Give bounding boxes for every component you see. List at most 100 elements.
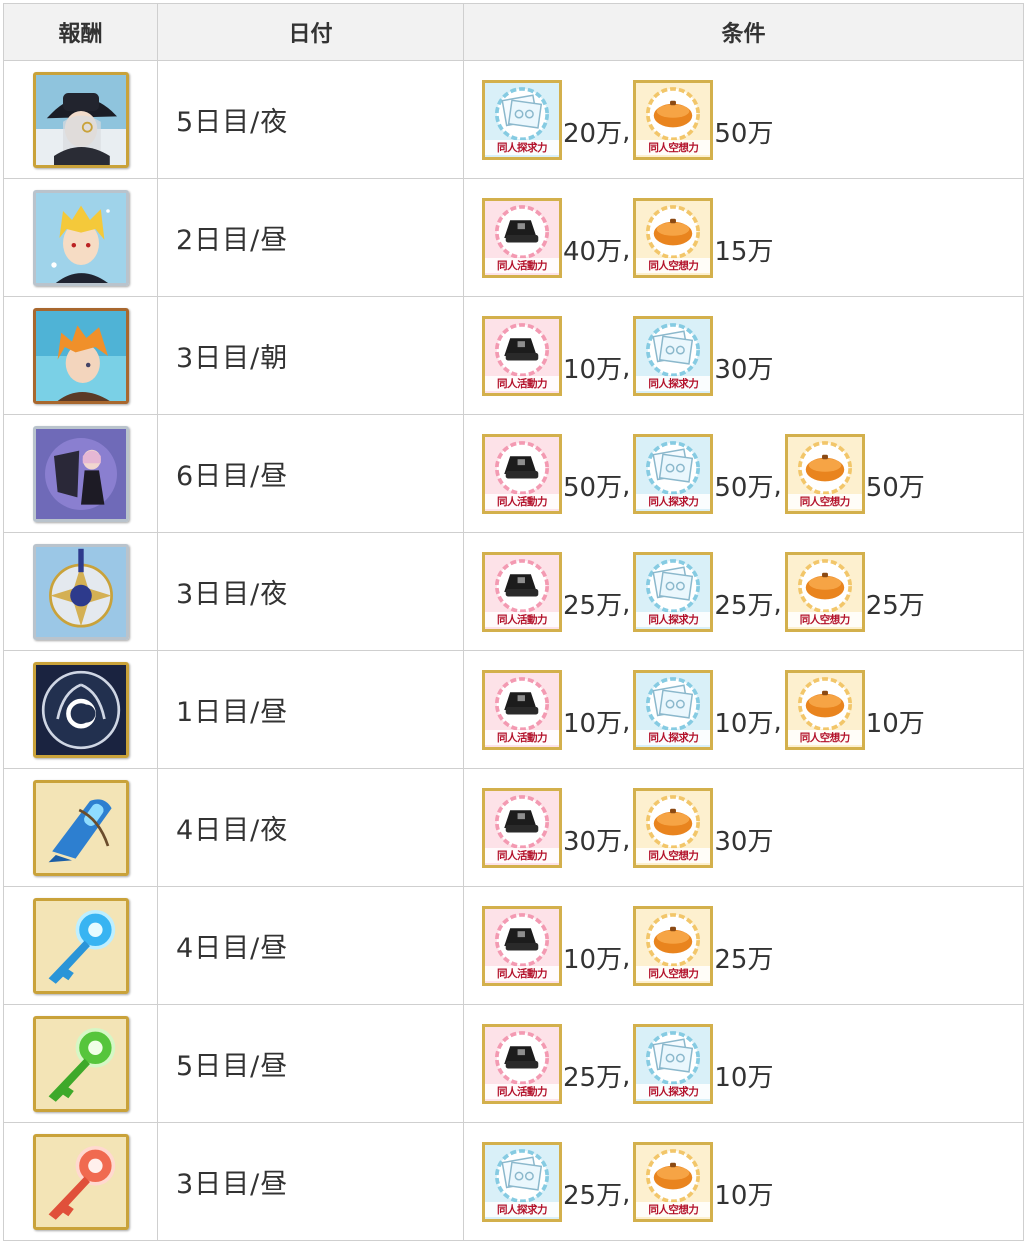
condition-amount: 50万 bbox=[865, 473, 925, 503]
craft-essence-shielder-icon[interactable] bbox=[32, 425, 129, 522]
imagine-material-icon[interactable]: 同人空想力 bbox=[784, 551, 865, 632]
table-row: 1日目/昼 同人活動力 10万, 同人探求力 10万, 同人空想力 10万 bbox=[3, 650, 1024, 769]
material-label: 同人空想力 bbox=[636, 965, 711, 981]
reward-cell bbox=[3, 296, 158, 415]
table-row: 3日目/朝 同人活動力 10万, 同人探求力 30万 bbox=[3, 296, 1024, 415]
activity-material-icon[interactable]: 同人活動力 bbox=[482, 315, 562, 396]
condition-amount: 25万 bbox=[563, 1063, 623, 1093]
material-label: 同人探求力 bbox=[636, 1083, 711, 1099]
imagine-material-icon[interactable]: 同人空想力 bbox=[633, 787, 714, 868]
condition-cell: 同人探求力 20万, 同人空想力 50万 bbox=[463, 60, 1024, 179]
explore-material-icon[interactable]: 同人探求力 bbox=[482, 79, 562, 160]
imagine-material-icon[interactable]: 同人空想力 bbox=[633, 1141, 714, 1222]
condition-amount: 50万 bbox=[563, 473, 623, 503]
condition-amount: 10万 bbox=[714, 1181, 774, 1211]
servant-portrait-blonde-icon[interactable] bbox=[32, 189, 129, 286]
reward-cell bbox=[3, 1122, 158, 1241]
material-label: 同人活動力 bbox=[485, 611, 559, 627]
material-label: 同人空想力 bbox=[787, 611, 862, 627]
imagine-material-icon[interactable]: 同人空想力 bbox=[784, 669, 865, 750]
activity-material-icon[interactable]: 同人活動力 bbox=[482, 669, 562, 750]
condition-amount: 40万 bbox=[563, 237, 623, 267]
material-label: 同人活動力 bbox=[485, 847, 559, 863]
separator: , bbox=[622, 706, 631, 737]
condition-item: 同人空想力 25万 bbox=[633, 905, 773, 986]
condition-item: 同人活動力 10万, bbox=[482, 315, 633, 396]
condition-amount: 10万 bbox=[714, 1063, 774, 1093]
material-label: 同人探求力 bbox=[636, 729, 711, 745]
imagine-material-icon[interactable]: 同人空想力 bbox=[633, 197, 714, 278]
blue-tool-wedge-icon[interactable] bbox=[32, 779, 129, 876]
material-label: 同人空想力 bbox=[636, 847, 711, 863]
condition-amount: 10万 bbox=[563, 709, 623, 739]
separator: , bbox=[773, 588, 782, 619]
condition-item: 同人空想力 50万 bbox=[633, 79, 774, 160]
separator: , bbox=[622, 352, 631, 383]
activity-material-icon[interactable]: 同人活動力 bbox=[482, 433, 562, 514]
imagine-material-icon[interactable]: 同人空想力 bbox=[633, 79, 714, 160]
condition-cell: 同人活動力 50万, 同人探求力 50万, 同人空想力 50万 bbox=[463, 414, 1024, 533]
condition-cell: 同人活動力 10万, 同人空想力 25万 bbox=[463, 886, 1024, 1005]
explore-material-icon[interactable]: 同人探求力 bbox=[482, 1141, 562, 1222]
condition-item: 同人活動力 50万, bbox=[482, 433, 633, 514]
activity-material-icon[interactable]: 同人活動力 bbox=[482, 787, 562, 868]
condition-amount: 15万 bbox=[714, 237, 774, 267]
activity-material-icon[interactable]: 同人活動力 bbox=[482, 1023, 562, 1104]
condition-amount: 25万 bbox=[563, 591, 623, 621]
blue-key-icon[interactable] bbox=[32, 897, 129, 994]
date-cell: 3日目/夜 bbox=[157, 532, 464, 651]
material-label: 同人活動力 bbox=[485, 375, 559, 391]
separator: , bbox=[622, 942, 631, 973]
activity-material-icon[interactable]: 同人活動力 bbox=[482, 551, 562, 632]
material-label: 同人活動力 bbox=[485, 729, 559, 745]
table-row: 5日目/夜 同人探求力 20万, 同人空想力 50万 bbox=[3, 60, 1024, 179]
activity-material-icon[interactable]: 同人活動力 bbox=[482, 197, 562, 278]
explore-material-icon[interactable]: 同人探求力 bbox=[633, 669, 714, 750]
explore-material-icon[interactable]: 同人探求力 bbox=[633, 551, 714, 632]
condition-cell: 同人活動力 25万, 同人探求力 10万 bbox=[463, 1004, 1024, 1123]
separator: , bbox=[773, 470, 782, 501]
condition-item: 同人空想力 10万 bbox=[784, 669, 925, 750]
chaldea-laurel-seal-icon[interactable] bbox=[32, 661, 129, 758]
condition-item: 同人空想力 50万 bbox=[784, 433, 925, 514]
imagine-material-icon[interactable]: 同人空想力 bbox=[633, 905, 714, 986]
condition-amount: 25万 bbox=[714, 591, 774, 621]
material-label: 同人空想力 bbox=[636, 1201, 711, 1217]
condition-item: 同人探求力 25万, bbox=[482, 1141, 633, 1222]
condition-cell: 同人活動力 10万, 同人探求力 10万, 同人空想力 10万 bbox=[463, 650, 1024, 769]
condition-amount: 10万 bbox=[563, 945, 623, 975]
condition-cell: 同人活動力 40万, 同人空想力 15万 bbox=[463, 178, 1024, 297]
material-label: 同人探求力 bbox=[485, 139, 559, 155]
condition-amount: 30万 bbox=[563, 827, 623, 857]
material-label: 同人空想力 bbox=[636, 257, 711, 273]
table-row: 5日目/昼 同人活動力 25万, 同人探求力 10万 bbox=[3, 1004, 1024, 1123]
header-date: 日付 bbox=[157, 3, 464, 61]
condition-amount: 50万 bbox=[714, 119, 774, 149]
grail-medal-emblem-icon[interactable] bbox=[32, 543, 129, 640]
green-key-icon[interactable] bbox=[32, 1015, 129, 1112]
rewards-table: 報酬 日付 条件 5日目/夜 同人探求力 20万, 同人空想力 50万 2日目/昼 同人活動… bbox=[3, 3, 1024, 1241]
material-label: 同人空想力 bbox=[787, 729, 862, 745]
material-label: 同人探求力 bbox=[636, 375, 711, 391]
condition-item: 同人探求力 10万, bbox=[633, 669, 784, 750]
condition-item: 同人活動力 10万, bbox=[482, 669, 633, 750]
red-key-icon[interactable] bbox=[32, 1133, 129, 1230]
condition-amount: 10万 bbox=[563, 355, 623, 385]
separator: , bbox=[622, 470, 631, 501]
condition-amount: 20万 bbox=[563, 119, 623, 149]
condition-item: 同人探求力 25万, bbox=[633, 551, 784, 632]
separator: , bbox=[622, 116, 631, 147]
condition-cell: 同人探求力 25万, 同人空想力 10万 bbox=[463, 1122, 1024, 1241]
material-label: 同人活動力 bbox=[485, 493, 559, 509]
servant-portrait-orange-hair-icon[interactable] bbox=[32, 307, 129, 404]
explore-material-icon[interactable]: 同人探求力 bbox=[633, 1023, 714, 1104]
reward-cell bbox=[3, 178, 158, 297]
separator: , bbox=[622, 824, 631, 855]
servant-portrait-dark-hat-icon[interactable] bbox=[32, 71, 129, 168]
activity-material-icon[interactable]: 同人活動力 bbox=[482, 905, 562, 986]
table-row: 2日目/昼 同人活動力 40万, 同人空想力 15万 bbox=[3, 178, 1024, 297]
explore-material-icon[interactable]: 同人探求力 bbox=[633, 315, 714, 396]
date-cell: 4日目/昼 bbox=[157, 886, 464, 1005]
imagine-material-icon[interactable]: 同人空想力 bbox=[784, 433, 865, 514]
explore-material-icon[interactable]: 同人探求力 bbox=[633, 433, 714, 514]
